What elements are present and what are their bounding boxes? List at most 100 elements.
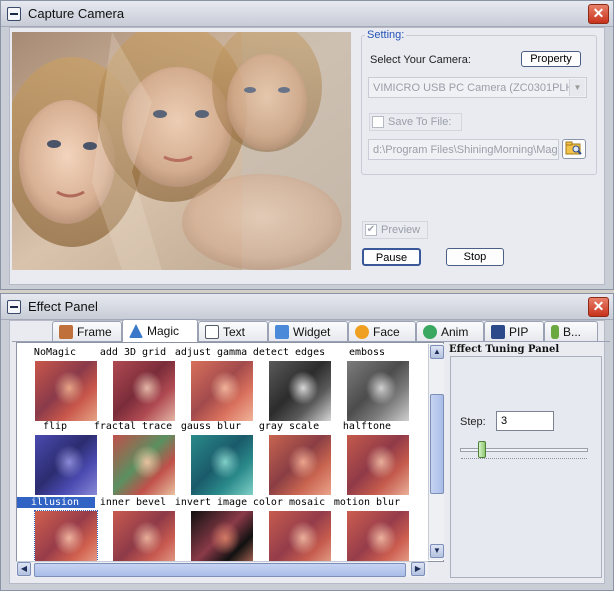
preview-checkbox[interactable]: ✔ Preview bbox=[362, 221, 428, 239]
effect-thumbnail bbox=[35, 435, 97, 495]
tab-label: B... bbox=[563, 324, 582, 339]
effect-item-label: color mosaic bbox=[252, 497, 326, 508]
effect-item-label: emboss bbox=[348, 347, 386, 358]
effect-list-hscrollbar[interactable]: ◀ ▶ bbox=[16, 561, 428, 577]
tab-b[interactable]: B... bbox=[544, 321, 598, 341]
save-to-file-checkbox[interactable]: Save To File: bbox=[369, 113, 462, 131]
effect-item-label: flip bbox=[42, 421, 68, 432]
widget-icon bbox=[275, 324, 289, 339]
browse-folder-button[interactable] bbox=[562, 139, 586, 159]
effect-item-label: NoMagic bbox=[33, 347, 77, 358]
vscroll-thumb[interactable] bbox=[430, 394, 444, 494]
chevron-down-icon[interactable]: ▼ bbox=[569, 79, 585, 96]
effect-item-label: inner bevel bbox=[99, 497, 167, 508]
effect-item[interactable]: gray scale bbox=[249, 421, 331, 497]
frame-icon bbox=[59, 324, 73, 339]
effect-item[interactable]: illusion bbox=[17, 497, 98, 561]
effect-item[interactable]: color mosaic bbox=[249, 497, 331, 561]
effect-thumbnail bbox=[347, 361, 409, 421]
preview-check-mark[interactable]: ✔ bbox=[365, 224, 377, 236]
file-path-field[interactable]: d:\Program Files\ShiningMorning\Magic bbox=[368, 139, 559, 160]
effect-window-title: Effect Panel bbox=[28, 299, 98, 314]
text-edit-icon bbox=[205, 324, 219, 339]
bottle-icon bbox=[551, 324, 559, 339]
effect-item[interactable]: halftone bbox=[327, 421, 409, 497]
pause-button[interactable]: Pause bbox=[362, 248, 421, 266]
tab-anim[interactable]: Anim bbox=[416, 321, 484, 341]
effect-list-vscrollbar[interactable]: ▲ ▼ bbox=[428, 344, 444, 560]
setting-group-label: Setting: bbox=[365, 29, 407, 41]
step-input[interactable]: 3 bbox=[496, 411, 554, 431]
tab-label: PIP bbox=[509, 324, 529, 339]
scroll-down-icon[interactable]: ▼ bbox=[430, 544, 444, 558]
effect-thumbnail bbox=[269, 511, 331, 561]
effect-item[interactable]: emboss bbox=[327, 347, 409, 423]
magic-wand-icon bbox=[129, 324, 143, 338]
tab-magic[interactable]: Magic bbox=[122, 319, 198, 342]
effect-item[interactable]: flip bbox=[17, 421, 97, 497]
tuning-panel-title: Effect Tuning Panel bbox=[449, 344, 560, 355]
scroll-left-icon[interactable]: ◀ bbox=[17, 562, 31, 576]
effect-item[interactable]: add 3D grid bbox=[93, 347, 175, 423]
effect-item-label: detect edges bbox=[252, 347, 326, 358]
tab-frame[interactable]: Frame bbox=[52, 321, 122, 341]
effect-item[interactable]: inner bevel bbox=[93, 497, 175, 561]
tab-text[interactable]: Text bbox=[198, 321, 268, 341]
scroll-up-icon[interactable]: ▲ bbox=[430, 345, 444, 359]
effect-item-label: motion blur bbox=[333, 497, 401, 508]
effect-thumbnail bbox=[113, 435, 175, 495]
save-to-file-box[interactable] bbox=[372, 116, 384, 128]
tab-label: Widget bbox=[293, 324, 331, 339]
effect-thumbnail bbox=[347, 435, 409, 495]
effect-item[interactable]: adjust gamma bbox=[171, 347, 253, 423]
effect-item[interactable]: detect edges bbox=[249, 347, 331, 423]
folder-search-icon bbox=[565, 141, 582, 155]
effect-thumbnail bbox=[113, 511, 175, 561]
tab-widget[interactable]: Widget bbox=[268, 321, 348, 341]
property-button[interactable]: Property bbox=[521, 51, 581, 67]
stop-button[interactable]: Stop bbox=[446, 248, 504, 266]
effect-item-label: illusion bbox=[17, 497, 95, 508]
camera-preview-image bbox=[12, 32, 351, 270]
file-path-value: d:\Program Files\ShiningMorning\Magic bbox=[373, 144, 559, 156]
effect-close-button[interactable]: ✕ bbox=[588, 297, 609, 317]
tab-face[interactable]: Face bbox=[348, 321, 416, 341]
effect-item[interactable]: motion blur bbox=[327, 497, 409, 561]
effect-thumbnail bbox=[191, 361, 253, 421]
effect-thumbnail bbox=[347, 511, 409, 561]
preview-label: Preview bbox=[381, 224, 421, 236]
save-to-file-label: Save To File: bbox=[388, 116, 452, 128]
camera-titlebar[interactable]: Capture Camera ✕ bbox=[1, 1, 613, 27]
effect-thumbnail bbox=[35, 361, 97, 421]
effect-tabs: Frame Magic Text Widget Face Anim PIP B.… bbox=[12, 319, 610, 342]
hscroll-thumb[interactable] bbox=[34, 563, 406, 577]
effect-item[interactable]: gauss blur bbox=[171, 421, 253, 497]
window-menu-icon[interactable] bbox=[7, 7, 21, 21]
effect-thumbnail bbox=[34, 510, 98, 561]
effect-item[interactable]: invert image bbox=[171, 497, 253, 561]
window-menu-icon[interactable] bbox=[7, 300, 21, 314]
tab-label: Text bbox=[223, 324, 246, 339]
scroll-right-icon[interactable]: ▶ bbox=[411, 562, 425, 576]
effect-item[interactable]: NoMagic bbox=[17, 347, 97, 423]
step-slider-thumb[interactable] bbox=[478, 441, 486, 458]
face-icon bbox=[355, 324, 369, 339]
effect-item-label: add 3D grid bbox=[99, 347, 167, 358]
camera-select-value: VIMICRO USB PC Camera (ZC0301PLH) bbox=[373, 82, 578, 94]
tab-label: Frame bbox=[77, 324, 112, 339]
effect-thumbnail bbox=[269, 435, 331, 495]
camera-close-button[interactable]: ✕ bbox=[588, 4, 609, 24]
step-label: Step: bbox=[460, 416, 486, 428]
effect-thumbnail bbox=[191, 435, 253, 495]
tab-label: Face bbox=[373, 324, 400, 339]
anim-icon bbox=[423, 324, 437, 339]
effect-item-label: invert image bbox=[174, 497, 248, 508]
select-camera-label: Select Your Camera: bbox=[370, 54, 471, 66]
tab-label: Magic bbox=[147, 324, 180, 338]
tab-pip[interactable]: PIP bbox=[484, 321, 544, 341]
effect-thumbnail bbox=[113, 361, 175, 421]
camera-select[interactable]: VIMICRO USB PC Camera (ZC0301PLH) ▼ bbox=[368, 77, 587, 98]
effect-item-label: gray scale bbox=[258, 421, 320, 432]
effect-titlebar[interactable]: Effect Panel ✕ bbox=[1, 294, 613, 320]
effect-item[interactable]: fractal trace bbox=[93, 421, 175, 497]
